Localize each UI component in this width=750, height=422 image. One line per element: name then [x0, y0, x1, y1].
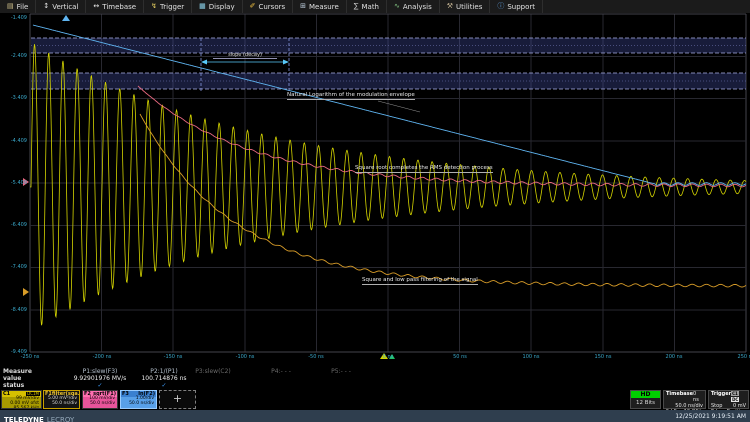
x-axis-label: 50 ns: [442, 354, 478, 360]
x-axis-label: 150 ns: [585, 354, 621, 360]
y-axis-label: -6.409: [0, 222, 27, 228]
hd-bits: 12 Bits: [631, 398, 660, 408]
f3-zero-marker[interactable]: [62, 15, 70, 21]
measure-value-row-label: value: [3, 375, 21, 382]
timebase-box[interactable]: Timebase0 ns 50.0 ns/div 5 kS10 GS/s: [663, 390, 706, 409]
menu-support[interactable]: ⓘSupport: [490, 0, 543, 13]
menu-timebase[interactable]: ↔Timebase: [86, 0, 144, 13]
menu-vertical-label: Vertical: [52, 3, 78, 11]
square-annotation: Square and low pass filtering of the sig…: [362, 277, 478, 285]
menu-measure[interactable]: ⊞Measure: [293, 0, 347, 13]
p1-status: ✓: [62, 382, 138, 389]
file-icon: ▤: [7, 0, 14, 13]
menu-support-label: Support: [507, 3, 535, 11]
analysis-icon: ∿: [394, 0, 400, 13]
menu-math-label: Math: [361, 3, 379, 11]
x-axis-label: 0 ns: [370, 354, 406, 360]
p4-header[interactable]: P4:- - -: [253, 368, 309, 375]
cursors-icon: ✐: [250, 0, 256, 13]
menu-trigger[interactable]: ↯Trigger: [144, 0, 192, 13]
p3-header[interactable]: P3:slew(C2): [185, 368, 241, 375]
measure-status-row-label: status: [3, 382, 24, 389]
measure-panel: Measure value status P1:slew(F3) P2:1/(P…: [0, 367, 750, 390]
f2-timebase: 50.0 ns/div: [83, 402, 117, 407]
oscilloscope-screen: ▤File ↕Vertical ↔Timebase ↯Trigger ▦Disp…: [0, 0, 750, 422]
menu-math[interactable]: ∑Math: [347, 0, 387, 13]
c1-label: C1: [3, 392, 10, 397]
menu-file[interactable]: ▤File: [0, 0, 36, 13]
math-icon: ∑: [354, 0, 359, 13]
menu-timebase-label: Timebase: [102, 3, 136, 11]
measure-icon: ⊞: [300, 0, 306, 13]
y-axis-label: -4.409: [0, 138, 27, 144]
trigger-source-badge: C1: [731, 391, 739, 396]
trigger-box[interactable]: TriggerC1 DC Stop0 mV EdgePositive: [708, 390, 749, 409]
utilities-icon: ⚒: [447, 0, 453, 13]
p1-header[interactable]: P1:slew(F3): [62, 368, 138, 375]
hd-mode-box[interactable]: HD 12 Bits: [630, 390, 661, 409]
y-axis-label: -5.409: [0, 180, 27, 186]
f3-timebase: 50.0 ns/div: [121, 402, 156, 407]
x-axis-label: 200 ns: [656, 354, 692, 360]
slope-annotation: slope (decay): [213, 52, 277, 59]
f3-label: F3: [122, 392, 129, 397]
brand-logo: TELEDYNELECROY: [4, 407, 74, 422]
menu-analysis-label: Analysis: [403, 3, 432, 11]
x-axis-label: 100 ns: [513, 354, 549, 360]
trigger-icon: ↯: [151, 0, 157, 13]
p2-status: ✓: [135, 382, 193, 389]
menu-analysis[interactable]: ∿Analysis: [387, 0, 440, 13]
menu-measure-label: Measure: [309, 3, 339, 11]
y-axis-label: -7.409: [0, 264, 27, 270]
trigger-coupling-badge: DC: [731, 397, 739, 402]
waveform-display[interactable]: -1.409 -2.409 -3.409 -4.409 -5.409 -6.40…: [0, 13, 750, 367]
hd-badge: HD: [631, 391, 660, 398]
y-axis-label: -3.409: [0, 95, 27, 101]
p2-value: 100.714876 ns: [135, 375, 193, 382]
menu-file-label: File: [17, 3, 29, 11]
annotation-leader-line: [378, 101, 420, 112]
measure-title: Measure: [3, 368, 32, 375]
plus-icon: +: [173, 397, 182, 402]
ln-annotation: Natural Logarithm of the modulation enve…: [287, 92, 415, 100]
datetime: 12/25/2021 9:19:51 AM: [675, 413, 746, 420]
vertical-icon: ↕: [43, 0, 49, 13]
menu-display[interactable]: ▦Display: [192, 0, 242, 13]
f1-level-marker[interactable]: [23, 288, 29, 296]
f2-descriptor[interactable]: F2sqrt(F1) 100 mV/div 50.0 ns/div: [82, 390, 118, 409]
x-axis-label: -250 ns: [12, 354, 48, 360]
menu-cursors-label: Cursors: [258, 3, 285, 11]
timebase-title: Timebase: [666, 391, 693, 403]
menu-display-label: Display: [209, 3, 235, 11]
add-trace-button[interactable]: +: [159, 390, 196, 409]
menu-utilities-label: Utilities: [456, 3, 482, 11]
x-axis-label: 250 ns: [728, 354, 750, 360]
menu-utilities[interactable]: ⚒Utilities: [440, 0, 491, 13]
menu-vertical[interactable]: ↕Vertical: [36, 0, 86, 13]
x-axis-label: -50 ns: [298, 354, 334, 360]
display-icon: ▦: [199, 0, 206, 13]
p5-header[interactable]: P5:- - -: [313, 368, 369, 375]
menu-cursors[interactable]: ✐Cursors: [243, 0, 294, 13]
timebase-icon: ↔: [93, 0, 99, 13]
f1-trace: [140, 114, 746, 287]
x-axis-label: -100 ns: [227, 354, 263, 360]
sqrt-annotation: Square root completes the RMS detection …: [355, 165, 493, 173]
status-bar: TELEDYNELECROY 12/25/2021 9:19:51 AM: [0, 410, 750, 422]
y-axis-label: -8.409: [0, 307, 27, 313]
menu-trigger-label: Trigger: [160, 3, 184, 11]
y-axis-label: -1.409: [0, 15, 27, 21]
timebase-offset: 0 ns: [693, 391, 703, 403]
x-axis-label: -150 ns: [155, 354, 191, 360]
menu-bar: ▤File ↕Vertical ↔Timebase ↯Trigger ▦Disp…: [0, 0, 750, 14]
trigger-title: Trigger: [711, 391, 731, 403]
waveform-svg[interactable]: [0, 13, 750, 367]
p1-value: 9.92901976 MV/s: [62, 375, 138, 382]
level-band-upper[interactable]: [31, 38, 746, 53]
x-axis-label: -200 ns: [84, 354, 120, 360]
y-axis-label: -2.409: [0, 53, 27, 59]
support-icon: ⓘ: [497, 0, 504, 13]
f3-descriptor[interactable]: F3ln(F2) 1.00/div 50.0 ns/div: [120, 390, 157, 409]
